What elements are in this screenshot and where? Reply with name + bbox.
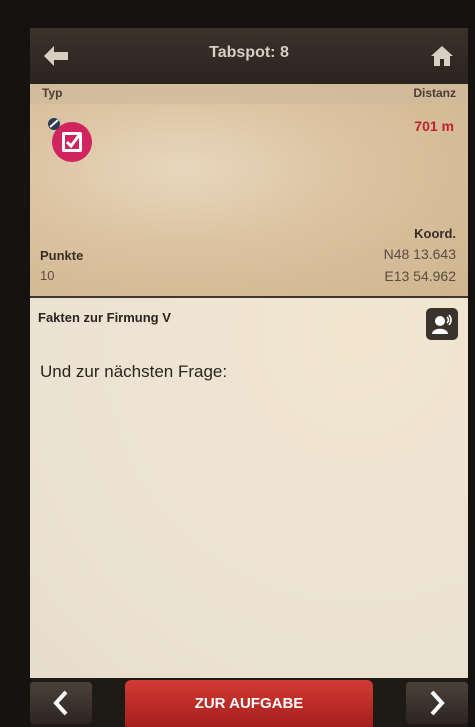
home-button[interactable] — [422, 38, 462, 74]
chevron-left-icon — [53, 690, 68, 716]
punkte-label: Punkte — [40, 248, 84, 263]
distance-value: 701 m — [414, 118, 454, 134]
koord-east: E13 54.962 — [384, 268, 456, 284]
zur-aufgabe-button[interactable]: ZUR AUFGABE — [125, 680, 373, 727]
audio-button[interactable] — [426, 308, 458, 340]
top-bar: Tabspot: 8 — [30, 28, 468, 84]
page-title: Tabspot: 8 — [209, 44, 289, 61]
next-button[interactable] — [406, 682, 468, 724]
prev-button[interactable] — [30, 682, 92, 724]
bottom-bar: ZUR AUFGABE — [30, 678, 468, 727]
app-screen: Tabspot: 8 Typ Distanz 701 m Koord. N48 … — [30, 28, 468, 727]
home-icon — [431, 46, 453, 66]
content-area: Fakten zur Firmung V Und zur nächsten Fr… — [30, 298, 468, 678]
typ-label: Typ — [42, 86, 63, 100]
question-text: Und zur nächsten Frage: — [40, 362, 228, 381]
fact-title: Fakten zur Firmung V — [38, 310, 171, 325]
distanz-label: Distanz — [413, 86, 456, 100]
punkte-value: 10 — [40, 268, 55, 283]
checkbox-task-icon — [48, 118, 92, 162]
koord-label: Koord. — [414, 226, 456, 241]
koord-north: N48 13.643 — [383, 246, 456, 262]
spot-info-panel: Typ Distanz 701 m Koord. N48 13.643 E13 … — [30, 84, 468, 296]
chevron-right-icon — [430, 690, 445, 716]
speaker-person-icon — [432, 314, 452, 334]
info-header-row: Typ Distanz — [30, 84, 468, 104]
